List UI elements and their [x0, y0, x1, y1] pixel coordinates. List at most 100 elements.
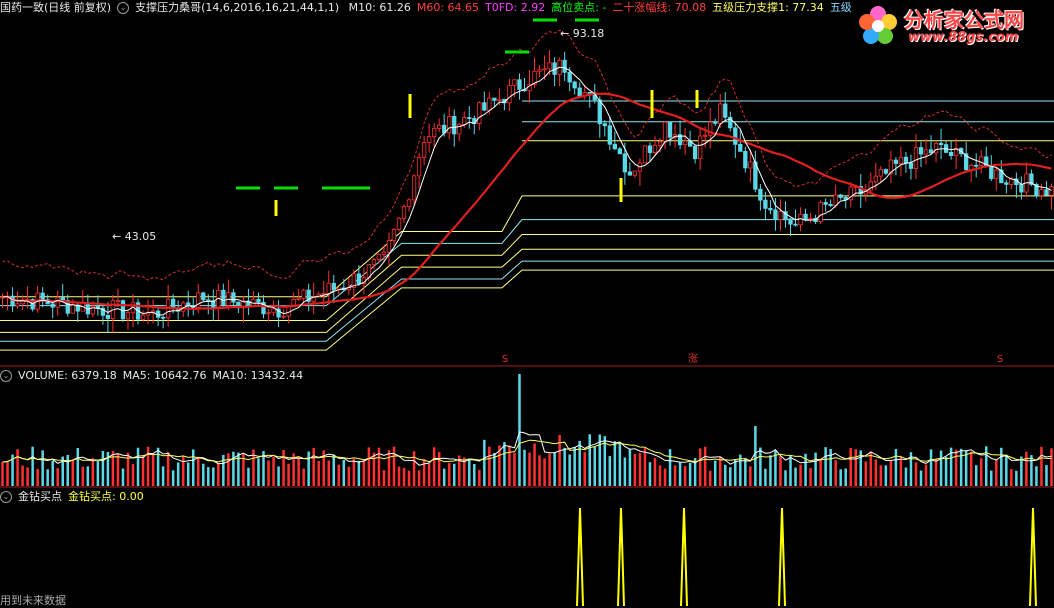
collapse-icon[interactable]: ⌄ — [117, 2, 130, 14]
candle-body — [447, 115, 452, 134]
candle-body — [773, 209, 778, 220]
candle — [482, 91, 487, 112]
candle — [753, 150, 758, 193]
candle — [713, 118, 718, 126]
candle — [733, 123, 738, 159]
support-line-1 — [0, 219, 1054, 307]
candle-body — [271, 308, 276, 314]
candle — [421, 135, 427, 166]
candle — [823, 198, 828, 212]
candle — [933, 141, 939, 163]
candle-body — [808, 217, 813, 220]
candle — [110, 295, 116, 333]
candle — [552, 57, 557, 87]
indicator-value-4: 二十涨幅线: 70.08 — [612, 1, 707, 14]
candle-body — [657, 141, 663, 146]
candle-body — [818, 202, 823, 223]
candle-body — [396, 217, 402, 230]
candle — [472, 115, 477, 135]
candle-body — [55, 297, 60, 308]
indicator-values: M10: 61.26 M60: 64.65 T0FD: 2.92 高位卖点: - 二十涨… — [349, 1, 858, 14]
candle — [301, 288, 306, 303]
candle-body — [537, 69, 542, 72]
signal-panel-header: ⌄ 金钻买点 金钻买点: 0.00 — [0, 489, 1054, 505]
candle-body — [431, 128, 437, 138]
candle — [431, 123, 437, 148]
candle-body — [948, 151, 954, 156]
logo-url: www.88gs.com — [908, 30, 1019, 45]
candle — [743, 146, 748, 173]
candle — [888, 150, 894, 183]
candle — [35, 285, 40, 313]
signal-value: 金钻买点: 0.00 — [68, 490, 144, 503]
candle-body — [70, 304, 75, 314]
support-line-4 — [0, 260, 1054, 342]
candle — [376, 253, 382, 264]
candle-body — [1049, 186, 1054, 196]
candle — [266, 309, 271, 322]
candle — [306, 283, 311, 312]
candle-body — [452, 115, 457, 135]
candle-body — [492, 97, 497, 101]
candle — [326, 270, 331, 305]
resistance-dash-line — [2, 29, 1052, 281]
collapse-icon[interactable]: ⌄ — [0, 370, 12, 382]
volume-value[interactable]: VOLUME: 6379.18 — [18, 369, 117, 382]
candle-body — [989, 165, 994, 180]
candle — [828, 199, 833, 208]
candle-body — [898, 156, 904, 164]
candle — [858, 173, 863, 209]
chart-canvas[interactable]: ← 93.18 ← 43.05 S 涨 S — [0, 0, 1054, 606]
candle — [140, 310, 146, 322]
volume-ma5-line — [2, 431, 1052, 466]
indicator-name[interactable]: 支撑压力桑哥(14,6,2016,16,21,44,1,1) — [135, 1, 339, 14]
candle — [311, 282, 316, 315]
candle-body — [738, 144, 743, 152]
candle — [467, 106, 472, 129]
candle — [627, 162, 633, 176]
candle-body — [1004, 182, 1009, 185]
candle — [507, 78, 512, 112]
collapse-icon[interactable]: ⌄ — [0, 491, 12, 503]
candle-body — [918, 147, 924, 155]
volume-ma5: MA5: 10642.76 — [122, 369, 207, 382]
candle-body — [356, 273, 362, 285]
candle — [1004, 179, 1009, 194]
candle — [150, 299, 156, 324]
signal-name[interactable]: 金钻买点 — [18, 490, 62, 503]
candle — [677, 120, 683, 150]
candle — [758, 184, 763, 211]
candle — [477, 101, 482, 131]
candle-body — [703, 134, 708, 137]
candle — [231, 289, 236, 306]
candle-body — [467, 117, 472, 119]
candle-body — [517, 79, 522, 90]
stock-name: 国药一致(日线 前复权) — [0, 1, 112, 14]
candle-body — [718, 103, 723, 124]
candle — [808, 212, 813, 223]
candle — [848, 182, 853, 208]
candle — [969, 163, 974, 183]
candle — [186, 290, 191, 317]
candle — [221, 283, 226, 307]
candle-body — [938, 142, 944, 145]
high-price-label: ← 93.18 — [560, 27, 604, 40]
candle — [843, 196, 848, 209]
candle — [682, 127, 688, 155]
candle — [20, 295, 25, 311]
candle-body — [281, 315, 286, 318]
candle-body — [301, 289, 306, 299]
support-line-0 — [0, 195, 1054, 298]
candle-body — [140, 314, 146, 320]
candle — [85, 294, 90, 319]
candle-body — [622, 153, 628, 173]
site-logo: 分析家公式网 www.88gs.com — [850, 0, 1050, 52]
candle — [602, 120, 607, 137]
candle — [692, 144, 698, 164]
ma10-line — [2, 66, 1052, 316]
candle-body — [40, 292, 45, 301]
candle-body — [321, 293, 326, 295]
candle — [778, 199, 783, 231]
indicator-value-3: 高位卖点: - — [551, 1, 607, 14]
candle — [652, 136, 658, 155]
